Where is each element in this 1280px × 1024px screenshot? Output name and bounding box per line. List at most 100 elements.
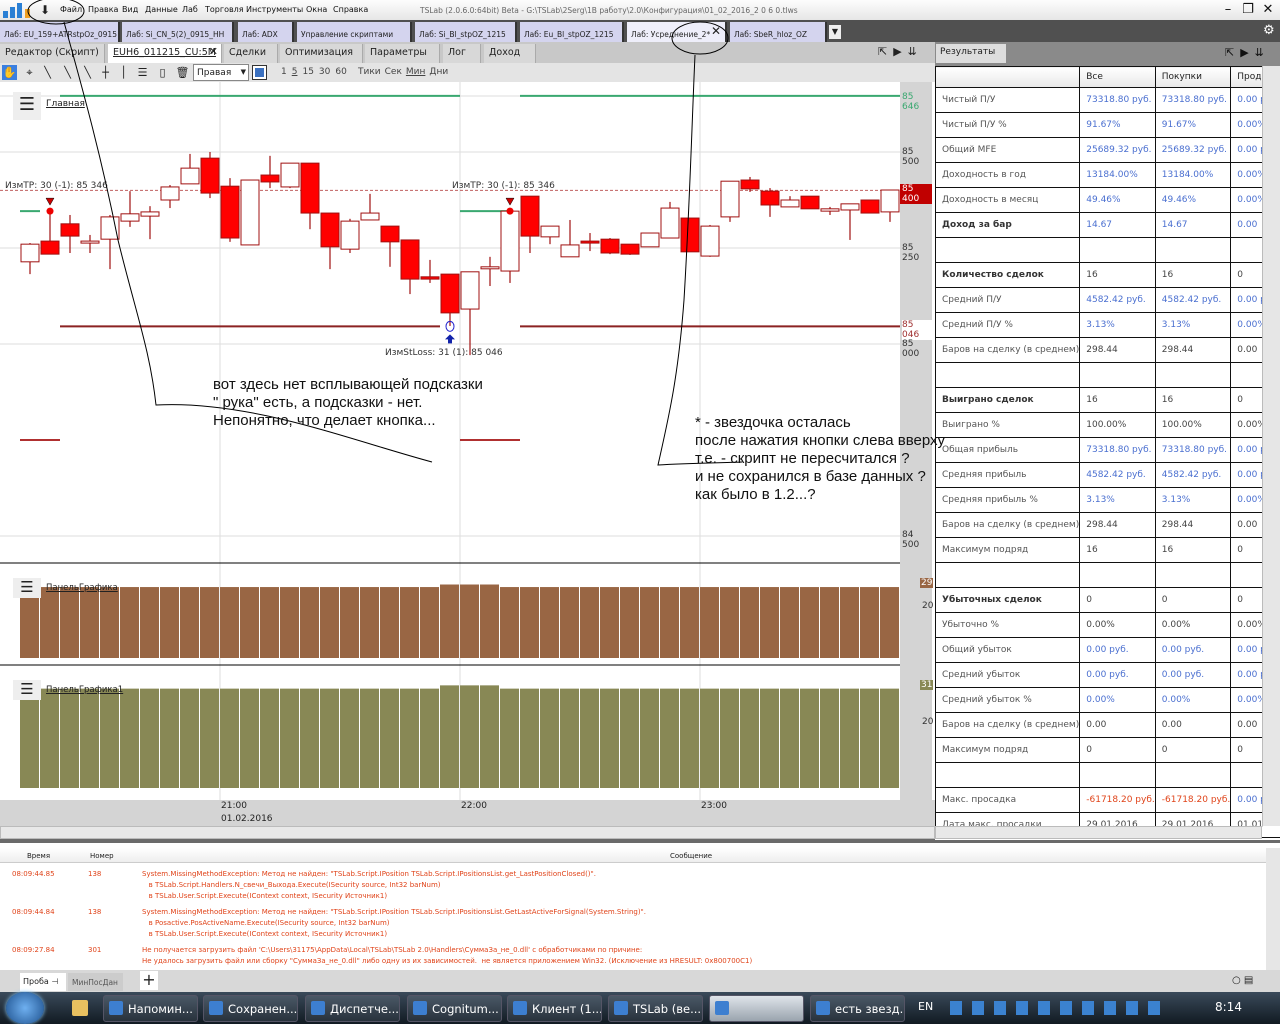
document-tab[interactable]: Лаб: ADX bbox=[238, 22, 294, 42]
tab-results[interactable]: Результаты bbox=[936, 44, 1006, 63]
ray-tool-icon[interactable]: ╲ bbox=[60, 65, 75, 80]
taskbar-item[interactable]: Сохранен... bbox=[203, 995, 298, 1022]
maximize-button[interactable]: ❐ bbox=[1240, 3, 1256, 17]
panel1-bar bbox=[400, 587, 419, 658]
clock[interactable]: 8:14 bbox=[1215, 1000, 1242, 1014]
taskbar-item[interactable]: Диспетче... bbox=[305, 995, 400, 1022]
crosshair-tool-icon[interactable]: ⌖ bbox=[22, 65, 37, 80]
document-tab[interactable]: Лаб: Si_Bl_stpOZ_1215 bbox=[415, 22, 517, 42]
document-tab[interactable]: Лаб: Eu_Bl_stpOZ_1215 bbox=[520, 22, 624, 42]
menu-item[interactable]: Окна bbox=[306, 5, 327, 14]
document-tab[interactable]: Лаб: Усреднение_2* ✕ bbox=[627, 22, 727, 42]
interval-button[interactable]: 1 bbox=[281, 67, 287, 77]
interval-button[interactable]: 60 bbox=[335, 67, 346, 77]
panel2-menu-icon[interactable]: ☰ bbox=[13, 680, 41, 700]
sub-tab[interactable]: Оптимизация bbox=[280, 44, 363, 63]
log-header-message[interactable]: Сообщение bbox=[670, 852, 712, 860]
delete-drawings-icon[interactable]: 🗑 bbox=[175, 65, 190, 80]
unit-button[interactable]: Тики bbox=[358, 67, 381, 77]
taskbar-item[interactable]: Клиент (1... bbox=[507, 995, 602, 1022]
sub-tab[interactable]: Доход bbox=[484, 44, 536, 63]
results-vertical-scrollbar[interactable] bbox=[1262, 66, 1280, 826]
start-button[interactable] bbox=[6, 992, 44, 1024]
menu-item[interactable]: Файл bbox=[60, 5, 82, 14]
log-message-line[interactable]: в Posactive.PosActiveName.Execute(ISecur… bbox=[142, 919, 390, 927]
taskbar-item[interactable] bbox=[709, 995, 804, 1022]
log-message-line[interactable]: в TSLab.User.Script.Execute(IContext con… bbox=[142, 930, 387, 938]
tray-icons[interactable] bbox=[950, 1001, 1165, 1015]
explorer-icon[interactable] bbox=[72, 1000, 88, 1016]
app-icon bbox=[209, 1001, 223, 1015]
settings-gear-icon[interactable]: ⚙ bbox=[1263, 23, 1275, 38]
tab-minposdan[interactable]: МинПосДан bbox=[68, 973, 123, 991]
minimize-button[interactable]: – bbox=[1220, 3, 1236, 17]
close-button[interactable]: ✕ bbox=[1260, 3, 1276, 17]
document-tab[interactable]: Управление скриптами bbox=[297, 22, 412, 42]
menu-item[interactable]: Данные bbox=[145, 5, 178, 14]
document-tab[interactable]: Лаб: SbeR_hloz_OZ bbox=[730, 22, 827, 42]
save-icon[interactable]: ⬇ bbox=[40, 3, 54, 17]
menu-item[interactable]: Правка bbox=[88, 5, 118, 14]
vertical-line-icon[interactable]: │ bbox=[116, 65, 131, 80]
interval-button[interactable]: 15 bbox=[302, 67, 313, 77]
sub-tab[interactable]: EUH6_011215_CU:5M ✕ bbox=[108, 44, 222, 63]
pane-menu-icon[interactable]: ☰ bbox=[13, 92, 41, 120]
log-vertical-scrollbar[interactable] bbox=[1266, 848, 1280, 970]
interval-button[interactable]: 30 bbox=[319, 67, 330, 77]
close-tab-icon[interactable]: ✕ bbox=[711, 24, 721, 38]
column-header[interactable] bbox=[934, 66, 1081, 88]
log-message-line[interactable]: Не получается загрузить файл 'C:\Users\3… bbox=[142, 946, 642, 954]
panel2-bar bbox=[60, 688, 79, 788]
color-picker-button[interactable] bbox=[252, 65, 267, 80]
log-message-line[interactable]: Не удалось загрузить файл или сборку "Су… bbox=[142, 957, 752, 965]
menu-item[interactable]: Инструменты bbox=[246, 5, 303, 14]
sub-tab[interactable]: Редактор (Скрипт) bbox=[0, 44, 105, 63]
panel1-title[interactable]: ПанельГрафика bbox=[46, 583, 118, 593]
panel2-title[interactable]: ПанельГрафика1 bbox=[46, 685, 123, 695]
log-header-time[interactable]: Время bbox=[27, 852, 50, 860]
log-message-line[interactable]: System.MissingMethodException: Метод не … bbox=[142, 908, 646, 916]
log-message-line[interactable]: System.MissingMethodException: Метод не … bbox=[142, 870, 596, 878]
log-header-number[interactable]: Номер bbox=[90, 852, 114, 860]
column-header[interactable]: Все bbox=[1079, 66, 1156, 88]
tabs-dropdown-button[interactable]: ▼ bbox=[829, 25, 841, 39]
language-indicator[interactable]: EN bbox=[918, 1000, 933, 1013]
log-message-line[interactable]: в TSLab.Script.Handlers.N_свечи_Выхода.E… bbox=[142, 881, 441, 889]
results-horizontal-scrollbar[interactable] bbox=[935, 826, 1262, 839]
document-tab[interactable]: Лаб: Si_CN_5(2)_0915_HH bbox=[122, 22, 234, 42]
trendline-tool-icon[interactable]: ╲ bbox=[80, 65, 95, 80]
unit-button[interactable]: Сек bbox=[385, 67, 402, 77]
chart-horizontal-scrollbar[interactable] bbox=[0, 826, 935, 839]
log-message-line[interactable]: в TSLab.User.Script.Execute(IContext con… bbox=[142, 892, 387, 900]
panel1-menu-icon[interactable]: ☰ bbox=[13, 578, 41, 598]
close-tab-icon[interactable]: ✕ bbox=[209, 45, 218, 58]
menu-item[interactable]: Справка bbox=[333, 5, 368, 14]
horizontal-line-icon[interactable]: ┼ bbox=[98, 65, 113, 80]
menu-item[interactable]: Лаб bbox=[182, 5, 198, 14]
sub-tab[interactable]: Сделки bbox=[224, 44, 278, 63]
taskbar-item[interactable]: Напомин... bbox=[103, 995, 198, 1022]
pane-title[interactable]: Главная bbox=[46, 99, 85, 109]
sub-tab[interactable]: Лог bbox=[443, 44, 481, 63]
line-tool-icon[interactable]: ╲ bbox=[40, 65, 55, 80]
taskbar-item[interactable]: Cognitum... bbox=[407, 995, 502, 1022]
fibonacci-icon[interactable]: ☰ bbox=[135, 65, 150, 80]
sub-tab[interactable]: Параметры bbox=[365, 44, 440, 63]
document-tab[interactable]: Лаб: EU_159+ATRstpOz_0915 bbox=[0, 22, 120, 42]
taskbar-item[interactable]: есть звезд... bbox=[810, 995, 905, 1022]
log-options-icon[interactable]: ○ ▤ bbox=[1232, 975, 1253, 986]
chart-nav-icons[interactable]: ⇱▶⇊ bbox=[878, 45, 923, 58]
rectangle-tool-icon[interactable]: ▯ bbox=[155, 65, 170, 80]
unit-button[interactable]: Мин bbox=[406, 67, 426, 77]
results-nav-icons[interactable]: ⇱▶⇊ bbox=[1225, 46, 1270, 59]
unit-button[interactable]: Дни bbox=[429, 67, 448, 77]
menu-item[interactable]: Торговля bbox=[205, 5, 244, 14]
tab-proba[interactable]: Проба ⊣ bbox=[20, 973, 66, 991]
taskbar-item[interactable]: TSLab (ве... bbox=[608, 995, 703, 1022]
hand-tool-icon[interactable]: ✋ bbox=[2, 65, 17, 80]
add-tab-button[interactable]: + bbox=[140, 971, 158, 990]
column-header[interactable]: Покупки bbox=[1154, 66, 1232, 88]
interval-button[interactable]: 5 bbox=[292, 67, 298, 77]
menu-item[interactable]: Вид bbox=[122, 5, 138, 14]
axis-select[interactable]: Правая ▼ bbox=[193, 64, 249, 81]
